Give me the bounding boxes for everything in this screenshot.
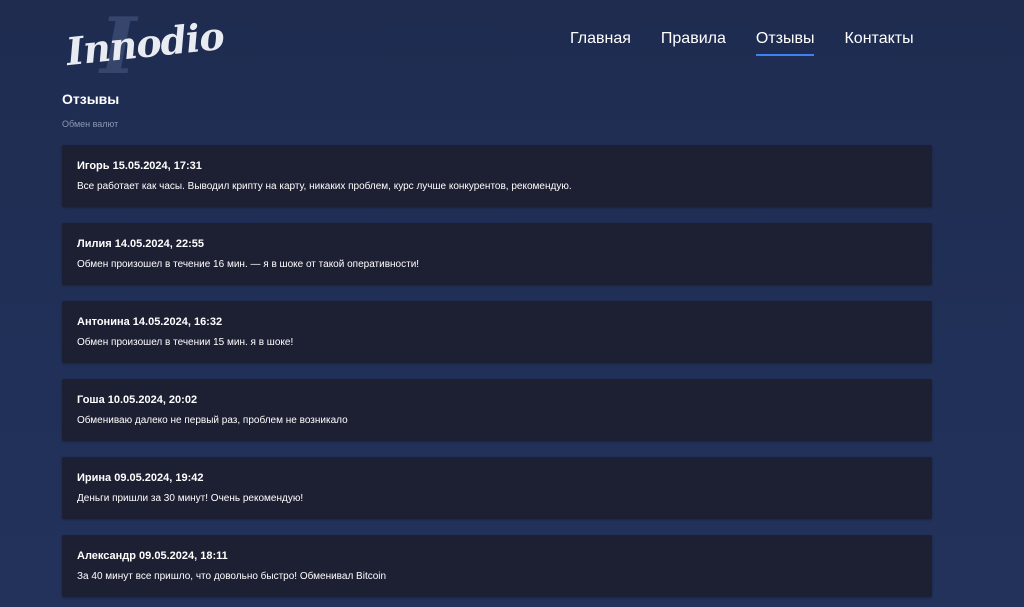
review-card: Гоша 10.05.2024, 20:02 Обмениваю далеко …: [62, 379, 932, 441]
review-header: Ирина 09.05.2024, 19:42: [77, 471, 917, 485]
page-title: Отзывы: [62, 91, 120, 107]
review-author: Александр: [77, 550, 136, 562]
reviews-list: Игорь 15.05.2024, 17:31 Все работает как…: [62, 145, 932, 607]
review-author: Гоша: [77, 394, 105, 406]
site-logo[interactable]: I Innodio: [64, 8, 226, 86]
main-nav: Главная Правила Отзывы Контакты: [570, 30, 944, 56]
page-subtitle: Обмен валют: [62, 119, 119, 129]
review-author: Ирина: [77, 472, 112, 484]
review-text: За 40 минут все пришло, что довольно быс…: [77, 571, 387, 582]
review-header: Игорь 15.05.2024, 17:31: [77, 159, 917, 173]
review-date: 09.05.2024, 18:11: [139, 550, 228, 562]
site-header: I Innodio Главная Правила Отзывы Контакт…: [0, 0, 1024, 86]
review-text: Обмениваю далеко не первый раз, проблем …: [77, 415, 348, 426]
nav-item-home[interactable]: Главная: [570, 30, 631, 56]
review-text: Обмен произошел в течение 16 мин. — я в …: [77, 259, 420, 270]
page: I Innodio Главная Правила Отзывы Контакт…: [0, 0, 1024, 607]
review-date: 15.05.2024, 17:31: [112, 160, 202, 172]
review-date: 14.05.2024, 16:32: [132, 316, 223, 328]
review-header: Гоша 10.05.2024, 20:02: [77, 393, 917, 407]
review-card: Игорь 15.05.2024, 17:31 Все работает как…: [62, 145, 932, 207]
review-date: 09.05.2024, 19:42: [114, 472, 204, 484]
review-author: Антонина: [77, 316, 130, 328]
review-card: Ирина 09.05.2024, 19:42 Деньги пришли за…: [62, 457, 932, 519]
logo-text: Innodio: [64, 12, 226, 75]
nav-item-rules[interactable]: Правила: [661, 30, 726, 56]
review-header: Александр 09.05.2024, 18:11: [77, 549, 917, 563]
review-card: Антонина 14.05.2024, 16:32 Обмен произош…: [62, 301, 932, 363]
review-date: 10.05.2024, 20:02: [107, 394, 198, 406]
review-card: Александр 09.05.2024, 18:11 За 40 минут …: [62, 535, 932, 597]
review-text: Деньги пришли за 30 минут! Очень рекомен…: [77, 493, 304, 504]
review-author: Лилия: [77, 238, 112, 250]
nav-item-reviews[interactable]: Отзывы: [755, 30, 815, 56]
review-date: 14.05.2024, 22:55: [114, 238, 205, 250]
review-author: Игорь: [77, 160, 110, 172]
review-text: Все работает как часы. Выводил крипту на…: [77, 181, 572, 192]
review-header: Антонина 14.05.2024, 16:32: [77, 315, 917, 329]
nav-item-contacts[interactable]: Контакты: [844, 30, 913, 56]
review-text: Обмен произошел в течении 15 мин. я в шо…: [77, 337, 294, 348]
review-card: Лилия 14.05.2024, 22:55 Обмен произошел …: [62, 223, 932, 285]
review-header: Лилия 14.05.2024, 22:55: [77, 237, 917, 251]
